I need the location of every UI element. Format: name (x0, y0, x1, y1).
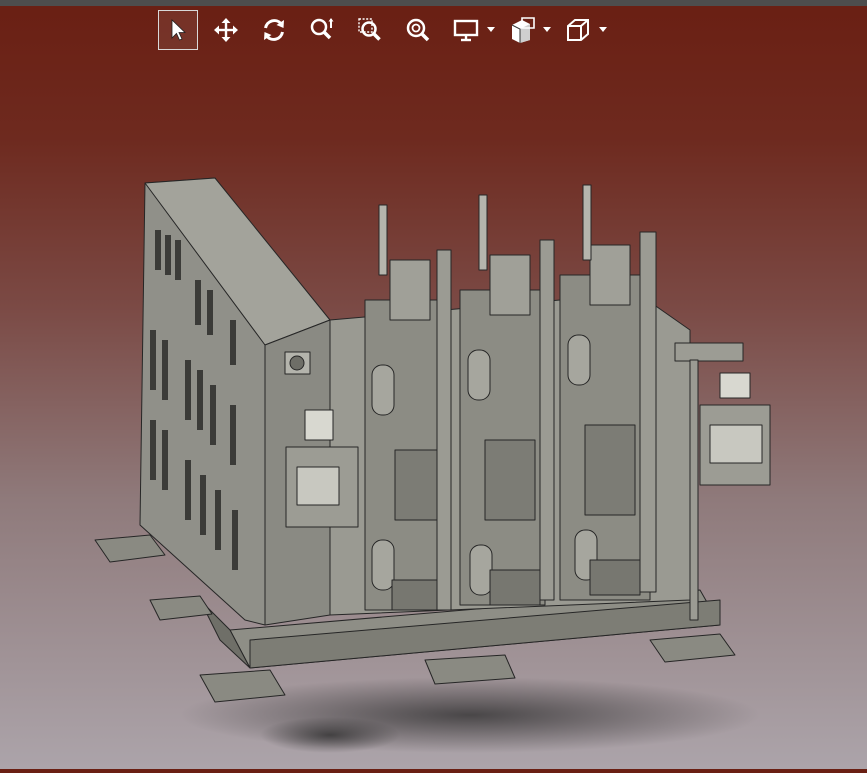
chevron-down-icon[interactable] (486, 10, 496, 50)
select-tool-button[interactable] (158, 10, 198, 50)
move-arrows-icon (214, 18, 238, 42)
section-dropdown[interactable] (502, 10, 552, 50)
press-station (364, 204, 446, 611)
3d-viewport[interactable] (0, 55, 867, 769)
zoom-fit-icon (406, 18, 430, 42)
display-mode-button[interactable] (446, 10, 486, 50)
zoom-tool-button[interactable] (302, 10, 342, 50)
view-orientation-dropdown[interactable] (558, 10, 608, 50)
view-orientation-button[interactable] (558, 10, 598, 50)
press-station (459, 194, 546, 606)
rotate-icon (264, 19, 284, 41)
chevron-down-icon[interactable] (542, 10, 552, 50)
wireframe-cube-icon (567, 19, 589, 41)
section-button[interactable] (502, 10, 542, 50)
zoom-window-tool-button[interactable] (350, 10, 390, 50)
rotate-tool-button[interactable] (254, 10, 294, 50)
view-toolbar (158, 10, 614, 50)
monitor-icon (453, 19, 479, 42)
zoom-fit-tool-button[interactable] (398, 10, 438, 50)
display-mode-dropdown[interactable] (446, 10, 496, 50)
window-top-edge (0, 0, 867, 6)
foot (94, 534, 166, 563)
section-cube-icon (511, 17, 535, 43)
zoom-icon (310, 18, 334, 40)
cursor-arrow-icon (171, 19, 186, 41)
zoom-window-icon (358, 18, 381, 41)
press-station (559, 184, 651, 601)
machine-3d-model (94, 177, 771, 753)
pan-tool-button[interactable] (206, 10, 246, 50)
chevron-down-icon[interactable] (598, 10, 608, 50)
